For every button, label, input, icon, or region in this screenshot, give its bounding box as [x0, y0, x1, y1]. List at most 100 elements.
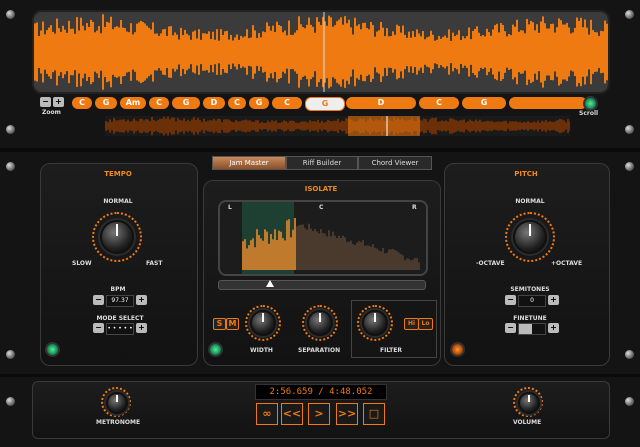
chord-block[interactable]: C — [272, 97, 302, 109]
waveform-sample — [488, 32, 490, 72]
waveform-sample — [164, 28, 166, 76]
waveform-sample — [192, 31, 194, 73]
overview-waveform[interactable] — [105, 116, 570, 136]
bpm-increase-button[interactable]: + — [136, 295, 147, 305]
time-display: 2:56.659 / 4:48.052 — [255, 384, 387, 400]
semitones-decrease-button[interactable]: − — [505, 295, 516, 305]
rewind-button[interactable]: << — [281, 403, 303, 425]
waveform-sample — [148, 27, 150, 77]
screw — [625, 162, 634, 171]
mode-increase-button[interactable]: + — [136, 323, 147, 333]
spectrum-bar — [344, 237, 346, 270]
tempo-enable-button[interactable] — [45, 342, 60, 357]
waveform-sample — [494, 25, 496, 79]
waveform-sample — [479, 119, 481, 133]
spectrum-bar — [316, 231, 318, 270]
finetune-decrease-button[interactable]: − — [505, 323, 516, 333]
chord-block[interactable]: C — [419, 97, 459, 109]
waveform-sample — [364, 22, 366, 82]
tempo-knob[interactable] — [100, 220, 134, 254]
waveform-sample — [345, 118, 347, 134]
waveform-sample — [282, 32, 284, 72]
play-button[interactable]: > — [308, 403, 330, 425]
volume-knob[interactable] — [518, 392, 540, 414]
waveform-sample — [162, 29, 164, 75]
waveform-sample — [221, 122, 223, 130]
waveform-sample — [311, 121, 313, 131]
chord-block[interactable]: G — [95, 97, 117, 109]
waveform-sample — [120, 20, 122, 84]
spectrum-bar — [306, 229, 308, 270]
screw — [6, 10, 15, 19]
tab-jam-master[interactable]: Jam Master — [212, 156, 286, 170]
filter-knob[interactable] — [362, 310, 388, 336]
waveform-sample — [104, 27, 106, 77]
screw — [6, 397, 15, 406]
zoom-in-button[interactable]: + — [53, 97, 64, 107]
waveform-sample — [76, 17, 78, 87]
waveform-sample — [425, 119, 427, 133]
bpm-field[interactable]: 97.37 — [106, 295, 134, 307]
spectrum-bar — [310, 228, 312, 270]
chord-block[interactable]: D — [346, 97, 416, 109]
waveform-sample — [537, 120, 539, 132]
finetune-increase-button[interactable]: + — [548, 323, 559, 333]
mode-decrease-button[interactable]: − — [93, 323, 104, 333]
stop-button[interactable]: □ — [363, 403, 385, 425]
waveform-sample — [267, 120, 269, 132]
fast-forward-button[interactable]: >> — [336, 403, 358, 425]
waveform-sample — [54, 33, 56, 71]
metronome-knob[interactable] — [106, 392, 128, 414]
waveform-sample — [309, 120, 311, 132]
chord-block[interactable] — [509, 97, 587, 109]
waveform-sample — [485, 121, 487, 131]
pitch-knob[interactable] — [513, 220, 547, 254]
chord-block[interactable]: G — [172, 97, 200, 109]
scroll-toggle-button[interactable] — [583, 96, 598, 111]
waveform-sample — [126, 31, 128, 73]
waveform-sample — [460, 40, 462, 64]
pitch-enable-button[interactable] — [450, 342, 465, 357]
chord-block[interactable]: C — [72, 97, 92, 109]
tab-riff-builder[interactable]: Riff Builder — [286, 156, 358, 170]
waveform-sample — [107, 122, 109, 130]
pan-slider[interactable] — [218, 280, 426, 290]
zoom-out-button[interactable]: − — [40, 97, 51, 107]
waveform-sample — [558, 18, 560, 86]
chord-block[interactable]: D — [203, 97, 225, 109]
chord-block[interactable]: Am — [120, 97, 146, 109]
waveform-sample — [174, 32, 176, 72]
chord-block[interactable]: C — [228, 97, 246, 109]
pan-slider-handle[interactable] — [266, 280, 274, 287]
waveform-sample — [266, 22, 268, 82]
chord-block[interactable]: G — [305, 97, 345, 111]
waveform-sample — [236, 34, 238, 70]
isolate-enable-button[interactable] — [208, 342, 223, 357]
chord-block[interactable]: G — [462, 97, 506, 109]
waveform-sample — [378, 30, 380, 74]
semitones-increase-button[interactable]: + — [548, 295, 559, 305]
waveform-sample — [515, 121, 517, 131]
chord-block[interactable]: G — [249, 97, 269, 109]
waveform-sample — [259, 123, 261, 129]
filter-hi-button[interactable]: Hi — [404, 318, 419, 330]
waveform-sample — [203, 118, 205, 134]
waveform-display[interactable] — [32, 10, 610, 94]
spectrum-bar — [364, 245, 366, 270]
mode-field[interactable]: • • • • • — [106, 323, 134, 335]
mute-button[interactable]: M — [226, 318, 239, 330]
semitones-field[interactable]: 0 — [518, 295, 546, 307]
loop-button[interactable]: ∞ — [256, 403, 278, 425]
chord-block[interactable]: C — [149, 97, 169, 109]
waveform-sample — [521, 122, 523, 130]
waveform-sample — [268, 26, 270, 78]
separation-knob[interactable] — [307, 310, 333, 336]
filter-lo-button[interactable]: Lo — [418, 318, 433, 330]
tab-chord-viewer[interactable]: Chord Viewer — [358, 156, 432, 170]
spectrum-display[interactable] — [218, 200, 428, 276]
bpm-decrease-button[interactable]: − — [93, 295, 104, 305]
finetune-slider[interactable] — [518, 323, 546, 335]
solo-button[interactable]: S — [213, 318, 226, 330]
spectrum-bar — [374, 247, 376, 270]
width-knob[interactable] — [250, 310, 276, 336]
